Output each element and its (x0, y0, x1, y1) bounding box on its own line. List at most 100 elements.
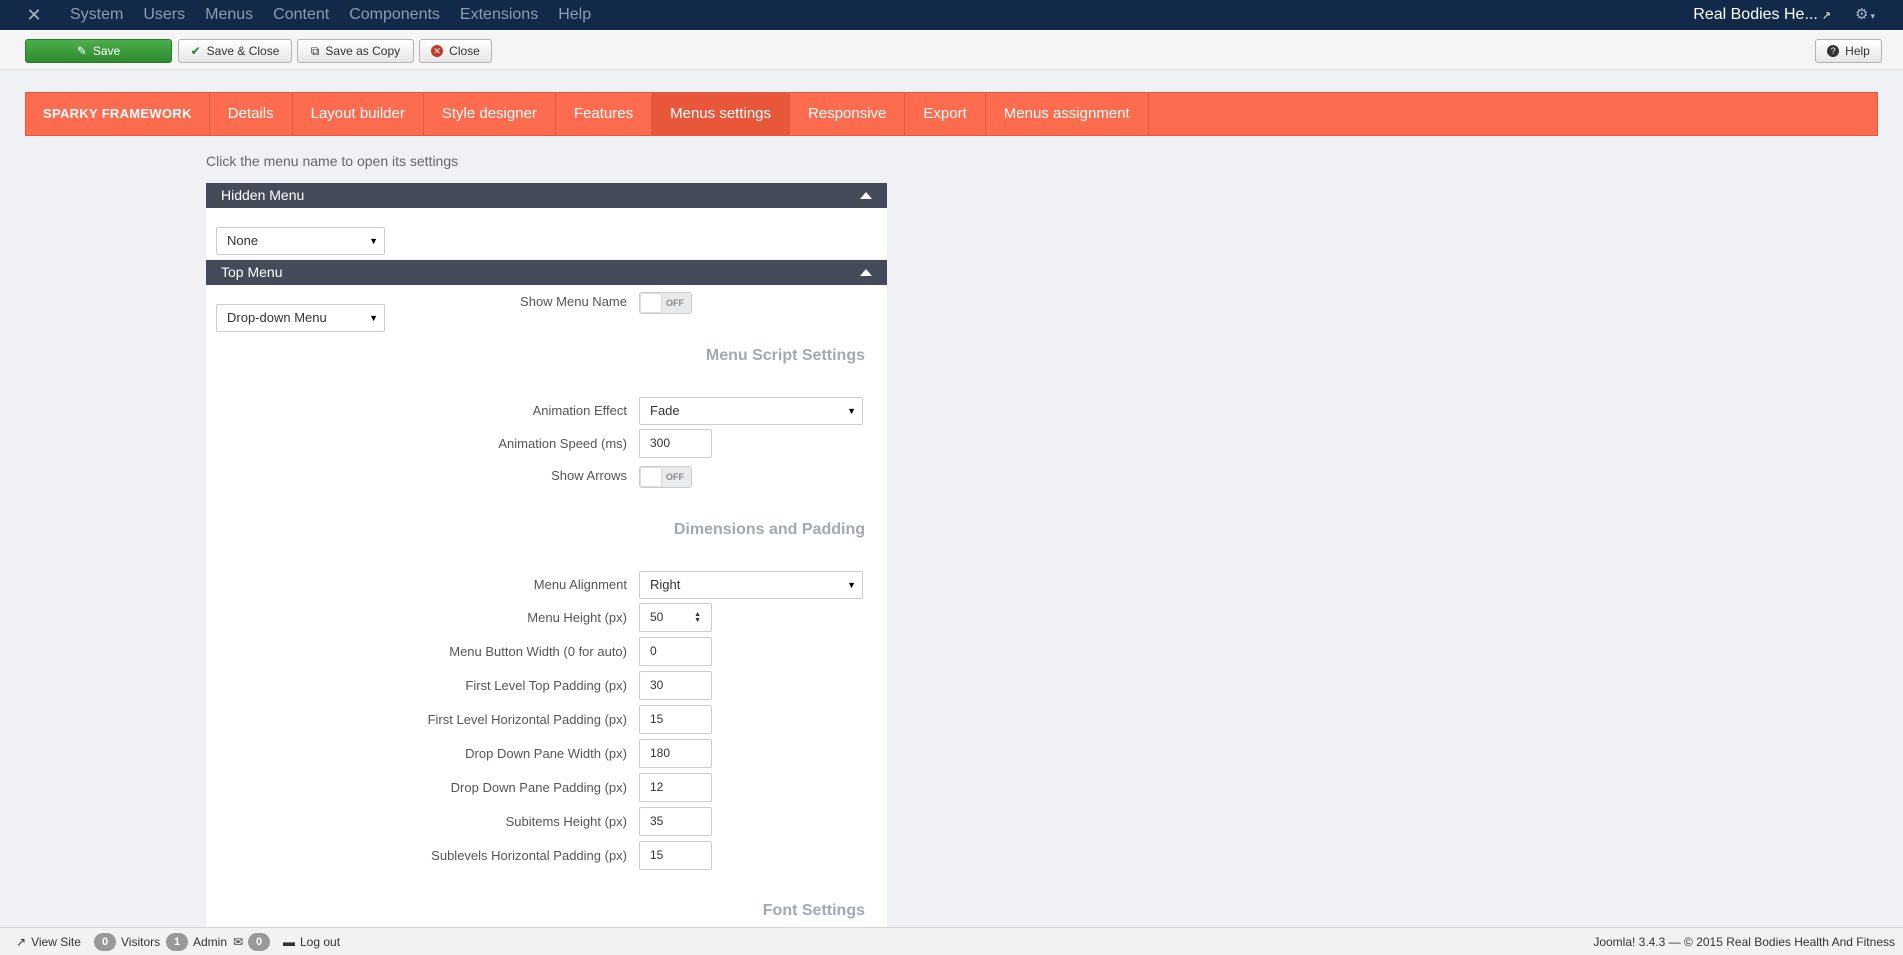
top-menu-header[interactable]: Top Menu (206, 260, 887, 285)
tab-style-designer[interactable]: Style designer (424, 93, 556, 135)
show-arrows-label: Show Arrows (551, 468, 627, 483)
dropdown-arrow-icon: ▼ (369, 236, 378, 246)
top-menu-type-value: Drop-down Menu (227, 310, 327, 325)
admin-top-bar: ✕ System Users Menus Content Components … (0, 0, 1903, 30)
tab-layout-builder[interactable]: Layout builder (293, 93, 424, 135)
animation-speed-input[interactable]: 300 (639, 429, 712, 458)
tab-export[interactable]: Export (905, 93, 986, 135)
external-link-icon: ↗ (16, 935, 27, 949)
animation-speed-label: Animation Speed (ms) (498, 436, 627, 451)
logout-label: Log out (300, 935, 341, 949)
framework-brand: SPARKY FRAMEWORK (26, 93, 210, 135)
dimensions-padding-title: Dimensions and Padding (673, 521, 865, 538)
messages-count-badge: 0 (248, 933, 271, 951)
horizontal-padding-label: First Level Horizontal Padding (px) (427, 712, 627, 727)
visitors-label: Visitors (121, 935, 161, 949)
hidden-menu-header[interactable]: Hidden Menu (206, 183, 887, 208)
subitems-height-label: Subitems Height (px) (505, 814, 627, 829)
save-close-button[interactable]: ✔ Save & Close (178, 39, 292, 63)
hidden-menu-type-value: None (227, 233, 259, 248)
toggle-knob (641, 468, 661, 486)
check-icon: ✔ (190, 44, 201, 58)
menu-height-value: 50 (650, 610, 664, 624)
horizontal-padding-input[interactable]: 15 (639, 705, 712, 734)
admin-menu: System Users Menus Content Components Ex… (60, 0, 601, 30)
hidden-menu-type-select[interactable]: None ▼ (216, 227, 385, 255)
collapse-arrow-icon (860, 269, 872, 276)
show-menu-name-toggle[interactable]: OFF (639, 292, 692, 314)
menu-height-input[interactable]: 50 ▲ ▼ (639, 603, 712, 632)
hidden-menu-body: None ▼ (206, 208, 887, 259)
visitors-count-badge: 0 (94, 933, 116, 951)
top-padding-input[interactable]: 30 (639, 671, 712, 700)
sublevels-padding-input[interactable]: 15 (639, 841, 712, 870)
menu-users[interactable]: Users (133, 0, 195, 30)
animation-effect-label: Animation Effect (532, 403, 627, 418)
dropdown-arrow-icon: ▼ (847, 580, 856, 590)
site-name: Real Bodies He... (1693, 6, 1818, 23)
save-label: Save (92, 44, 121, 58)
tab-details[interactable]: Details (210, 93, 293, 135)
pane-width-input[interactable]: 180 (639, 739, 712, 768)
site-link[interactable]: Real Bodies He... ↗ (1693, 0, 1831, 31)
external-link-icon: ↗ (1821, 10, 1831, 22)
admin-indicator: 1 Admin (166, 928, 227, 955)
settings-menu[interactable]: ⚙ ▾ (1855, 0, 1875, 31)
close-label: Close (449, 44, 480, 58)
menu-components[interactable]: Components (339, 0, 450, 30)
animation-effect-value: Fade (650, 403, 680, 418)
cancel-icon: ✕ (431, 45, 444, 57)
help-button[interactable]: ? Help (1815, 39, 1882, 63)
minus-icon: ▬ (283, 935, 295, 949)
joomla-logo-icon[interactable]: ✕ (19, 0, 49, 30)
spinner-arrows-icon[interactable]: ▲ ▼ (694, 611, 701, 624)
menu-height-label: Menu Height (px) (527, 610, 627, 625)
top-padding-label: First Level Top Padding (px) (465, 678, 627, 693)
envelope-icon: ✉ (233, 935, 244, 949)
pane-width-label: Drop Down Pane Width (px) (465, 746, 627, 761)
sublevels-padding-label: Sublevels Horizontal Padding (px) (431, 848, 627, 863)
question-icon: ? (1827, 45, 1840, 57)
view-site-label: View Site (31, 935, 81, 949)
tab-features[interactable]: Features (556, 93, 653, 135)
pane-padding-input[interactable]: 12 (639, 773, 712, 802)
button-width-label: Menu Button Width (0 for auto) (449, 644, 627, 659)
close-button[interactable]: ✕ Close (419, 39, 492, 63)
gear-icon: ⚙ (1855, 6, 1869, 23)
tab-menus-assignment[interactable]: Menus assignment (986, 93, 1149, 135)
toggle-state: OFF (666, 472, 684, 482)
toggle-knob (641, 294, 661, 312)
messages-indicator[interactable]: ✉ 0 (233, 928, 271, 955)
menu-help[interactable]: Help (548, 0, 601, 30)
tab-menus-settings[interactable]: Menus settings (652, 93, 791, 135)
save-button[interactable]: ✎ Save (25, 39, 172, 63)
menu-system[interactable]: System (60, 0, 133, 30)
visitors-indicator: 0 Visitors (94, 928, 160, 955)
dropdown-arrow-icon: ▼ (847, 406, 856, 416)
admin-label: Admin (193, 935, 228, 949)
toggle-state: OFF (666, 298, 684, 308)
help-label: Help (1845, 44, 1870, 58)
menu-alignment-label: Menu Alignment (533, 577, 627, 592)
hidden-menu-title: Hidden Menu (221, 187, 305, 203)
animation-effect-select[interactable]: Fade ▼ (639, 397, 863, 425)
menu-alignment-select[interactable]: Right ▼ (639, 571, 863, 599)
save-copy-button[interactable]: ⧉ Save as Copy (297, 39, 414, 63)
edit-icon: ✎ (76, 44, 87, 58)
status-bar: ↗ View Site 0 Visitors 1 Admin ✉ 0 ▬ Log… (0, 927, 1903, 955)
show-menu-name-label: Show Menu Name (520, 294, 627, 309)
menu-menus[interactable]: Menus (195, 0, 263, 30)
show-arrows-toggle[interactable]: OFF (639, 466, 692, 488)
tab-responsive[interactable]: Responsive (790, 93, 906, 135)
top-menu-title: Top Menu (221, 264, 283, 280)
menu-extensions[interactable]: Extensions (450, 0, 548, 30)
button-width-input[interactable]: 0 (639, 637, 712, 666)
subitems-height-input[interactable]: 35 (639, 807, 712, 836)
view-site-link[interactable]: ↗ View Site (16, 928, 81, 955)
menu-content[interactable]: Content (263, 0, 339, 30)
framework-tabs: SPARKY FRAMEWORK Details Layout builder … (25, 92, 1878, 136)
menu-script-settings-title: Menu Script Settings (705, 347, 865, 364)
logout-link[interactable]: ▬ Log out (283, 928, 340, 955)
save-copy-label: Save as Copy (325, 44, 401, 58)
menus-hint: Click the menu name to open its settings (206, 153, 459, 169)
